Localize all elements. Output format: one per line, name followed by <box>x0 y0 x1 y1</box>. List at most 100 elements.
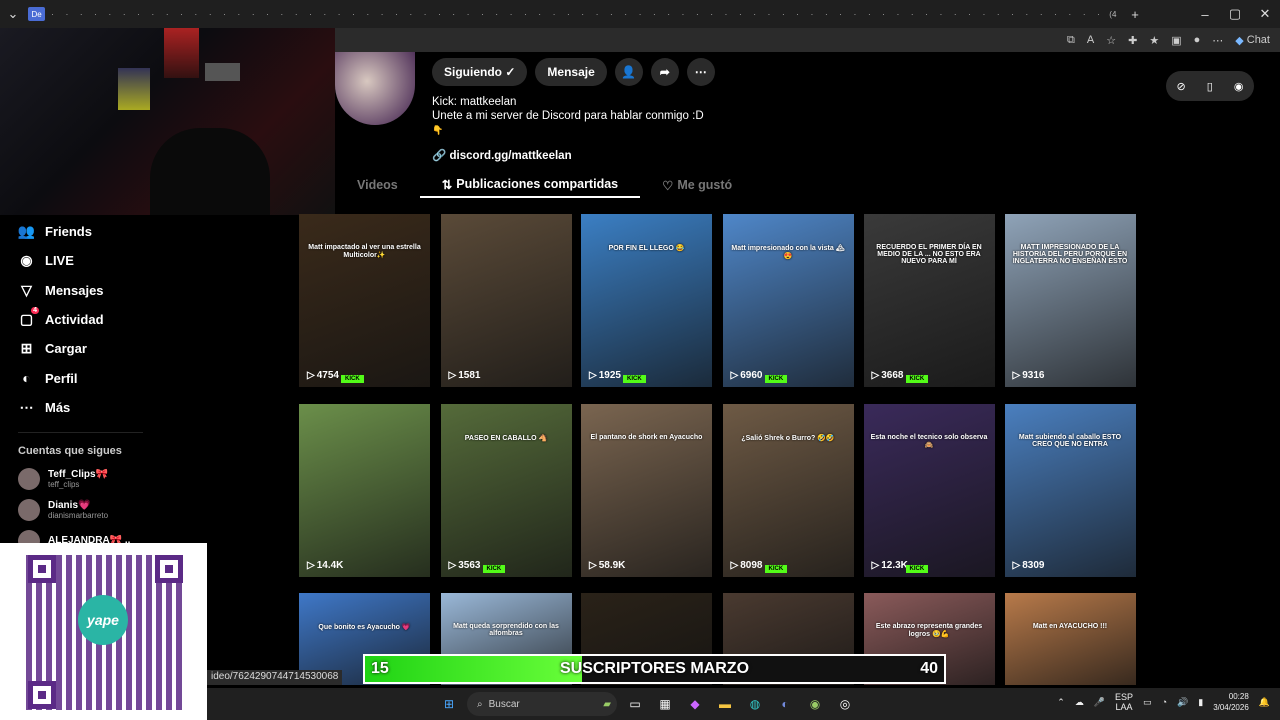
video-card[interactable]: El pantano de shork en Ayacucho ▷ 58.9K <box>581 404 712 577</box>
browser-tab[interactable]: · <box>89 7 103 21</box>
clock[interactable]: 00:28 3/04/2026 <box>1213 691 1249 713</box>
browser-tab[interactable]: · <box>146 7 160 21</box>
video-card[interactable]: Matt impactado al ver una estrella Multi… <box>299 214 430 387</box>
video-card[interactable]: Esta noche el tecnico solo observa 🙈 ▷ 12.… <box>863 404 995 577</box>
browser-tab[interactable]: · <box>218 7 232 21</box>
browser-tab[interactable]: · <box>991 7 1005 21</box>
browser-tab[interactable]: · <box>1034 7 1048 21</box>
notification-icon[interactable]: 🔔 <box>1259 697 1270 708</box>
browser-tab[interactable]: · <box>1006 7 1020 21</box>
browser-tab[interactable]: · <box>776 7 790 21</box>
browser-tab[interactable]: · <box>390 7 404 21</box>
video-card[interactable]: Matt en AYACUCHO !!! <box>1004 593 1136 685</box>
video-card[interactable]: Matt impresionado con la vista 🏔😍 ▷ 6960 KI… <box>722 214 854 387</box>
browser-tab[interactable]: · <box>418 7 432 21</box>
add-friend-button[interactable]: 👤 <box>614 58 643 86</box>
browser-tab[interactable]: · <box>733 7 747 21</box>
browser-tab[interactable]: · <box>476 7 490 21</box>
browser-tab[interactable]: (4 <box>1106 7 1120 21</box>
browser-tab[interactable]: · <box>433 7 447 21</box>
obs-icon[interactable]: ◎ <box>833 692 857 716</box>
browser-tab[interactable]: · <box>891 7 905 21</box>
taskbar-search[interactable]: ⌕ Buscar ▰ <box>467 692 617 716</box>
tray-chevron-icon[interactable]: ⌃ <box>1057 697 1065 708</box>
sidebar-item-friends[interactable]: 👥 Friends <box>0 217 295 246</box>
video-card[interactable]: ▷ 14.4K <box>299 404 430 577</box>
sidebar-item-mensajes[interactable]: ▽ Mensajes <box>0 276 295 305</box>
browser-tab[interactable]: · <box>246 7 260 21</box>
video-card[interactable]: ▷ 1581 <box>440 214 572 387</box>
browser-tab[interactable]: · <box>848 7 862 21</box>
browser-tab[interactable]: · <box>1063 7 1077 21</box>
browser-tab[interactable]: · <box>304 7 318 21</box>
browser-tab[interactable]: · <box>404 7 418 21</box>
compass-icon[interactable]: ⊘ <box>1177 80 1186 93</box>
browser-tab[interactable]: · <box>561 7 575 21</box>
browser-tab[interactable]: · <box>1049 7 1063 21</box>
browser-tab[interactable]: · <box>318 7 332 21</box>
following-button[interactable]: Siguiendo ✓ <box>432 58 528 86</box>
browser-tab[interactable]: · <box>619 7 633 21</box>
sidebar-item-live[interactable]: ◉ LIVE <box>0 246 295 275</box>
favorites-icon[interactable]: ★ <box>1149 34 1159 47</box>
browser-tab[interactable]: · <box>963 7 977 21</box>
tab-reposts[interactable]: ⇅ Publicaciones compartidas <box>419 172 641 198</box>
browser-tab[interactable]: · <box>719 7 733 21</box>
battery-icon[interactable]: ▮ <box>1198 697 1203 708</box>
browser-tab[interactable]: · <box>905 7 919 21</box>
browser-tab[interactable]: · <box>261 7 275 21</box>
browser-tab[interactable]: · <box>74 7 88 21</box>
collections-icon[interactable]: ▣ <box>1171 34 1181 47</box>
phone-icon[interactable]: ▯ <box>1207 80 1213 93</box>
tab-videos[interactable]: Videos <box>335 172 420 198</box>
browser-tab[interactable]: · <box>862 7 876 21</box>
video-card[interactable]: ¿Salió Shrek o Burro? 🤣🤣 ▷ 8098 KICK <box>722 404 854 577</box>
browser-tab-active[interactable]: De <box>28 7 46 21</box>
browser-tab[interactable]: · <box>189 7 203 21</box>
tab-liked[interactable]: ♡ Me gustó <box>640 172 754 198</box>
browser-tab[interactable]: · <box>934 7 948 21</box>
mic-icon[interactable]: 🎤 <box>1094 697 1105 708</box>
edge-icon[interactable]: ◍ <box>743 692 767 716</box>
close-window-button[interactable]: ✕ <box>1250 6 1280 22</box>
browser-tab[interactable]: · <box>275 7 289 21</box>
browser-tab[interactable]: · <box>948 7 962 21</box>
video-card[interactable]: Matt subiendo al caballo ESTO CREO QUE N… <box>1004 404 1136 577</box>
browser-menu-icon[interactable]: ⋯ <box>1212 34 1223 47</box>
browser-tab[interactable]: · <box>604 7 618 21</box>
copilot-chat-button[interactable]: ◆ Chat <box>1235 34 1270 47</box>
browser-tab[interactable]: · <box>647 7 661 21</box>
mini-avatar[interactable]: ◉ <box>1234 80 1244 93</box>
user-avatar-icon[interactable]: ● <box>1194 34 1201 46</box>
browser-tab[interactable]: · <box>103 7 117 21</box>
browser-tab[interactable]: · <box>676 7 690 21</box>
browser-tab[interactable]: · <box>791 7 805 21</box>
browser-tab[interactable]: · <box>347 7 361 21</box>
browser-tab[interactable]: · <box>705 7 719 21</box>
video-card[interactable]: PASEO EN CABALLO 🐴 ▷ 3563 KICK <box>440 404 572 577</box>
browser-tab[interactable]: · <box>361 7 375 21</box>
sidebar-item-perfil[interactable]: ◐ Perfil <box>0 363 295 392</box>
browser-tab[interactable]: · <box>461 7 475 21</box>
browser-tab[interactable]: · <box>920 7 934 21</box>
following-account[interactable]: Teff_Clips🎀 teff_clips <box>0 463 295 494</box>
browser-tab[interactable]: · <box>805 7 819 21</box>
profile-avatar[interactable] <box>335 52 415 125</box>
video-card[interactable]: POR FIN EL LLEGO 😂 ▷ 1925 KICK <box>581 214 712 387</box>
video-card[interactable]: RECUERDO EL PRIMER DÍA EN MEDIO DE LA ..… <box>863 214 995 387</box>
sidebar-item-cargar[interactable]: ⊞ Cargar <box>0 334 295 363</box>
browser-tab[interactable]: · <box>46 7 60 21</box>
more-options-button[interactable]: ⋯ <box>686 58 715 86</box>
browser-tab[interactable]: · <box>160 7 174 21</box>
browser-tab[interactable]: · <box>834 7 848 21</box>
new-tab-button[interactable]: + <box>1120 7 1150 22</box>
sidebar-item-actividad[interactable]: ▢ 4 Actividad <box>0 305 295 334</box>
sidebar-item-ms[interactable]: ⋯ Más <box>0 393 295 422</box>
volume-icon[interactable]: 🔊 <box>1177 697 1188 708</box>
following-account[interactable]: Dianis💗 dianismarbarreto <box>0 494 295 525</box>
tab-actions-chevron-icon[interactable]: ⌄ <box>0 6 26 22</box>
browser-tab[interactable]: · <box>232 7 246 21</box>
copilot-taskbar-icon[interactable]: ◆ <box>683 692 707 716</box>
favorite-star-icon[interactable]: ☆ <box>1106 34 1116 47</box>
browser-tab[interactable]: · <box>977 7 991 21</box>
